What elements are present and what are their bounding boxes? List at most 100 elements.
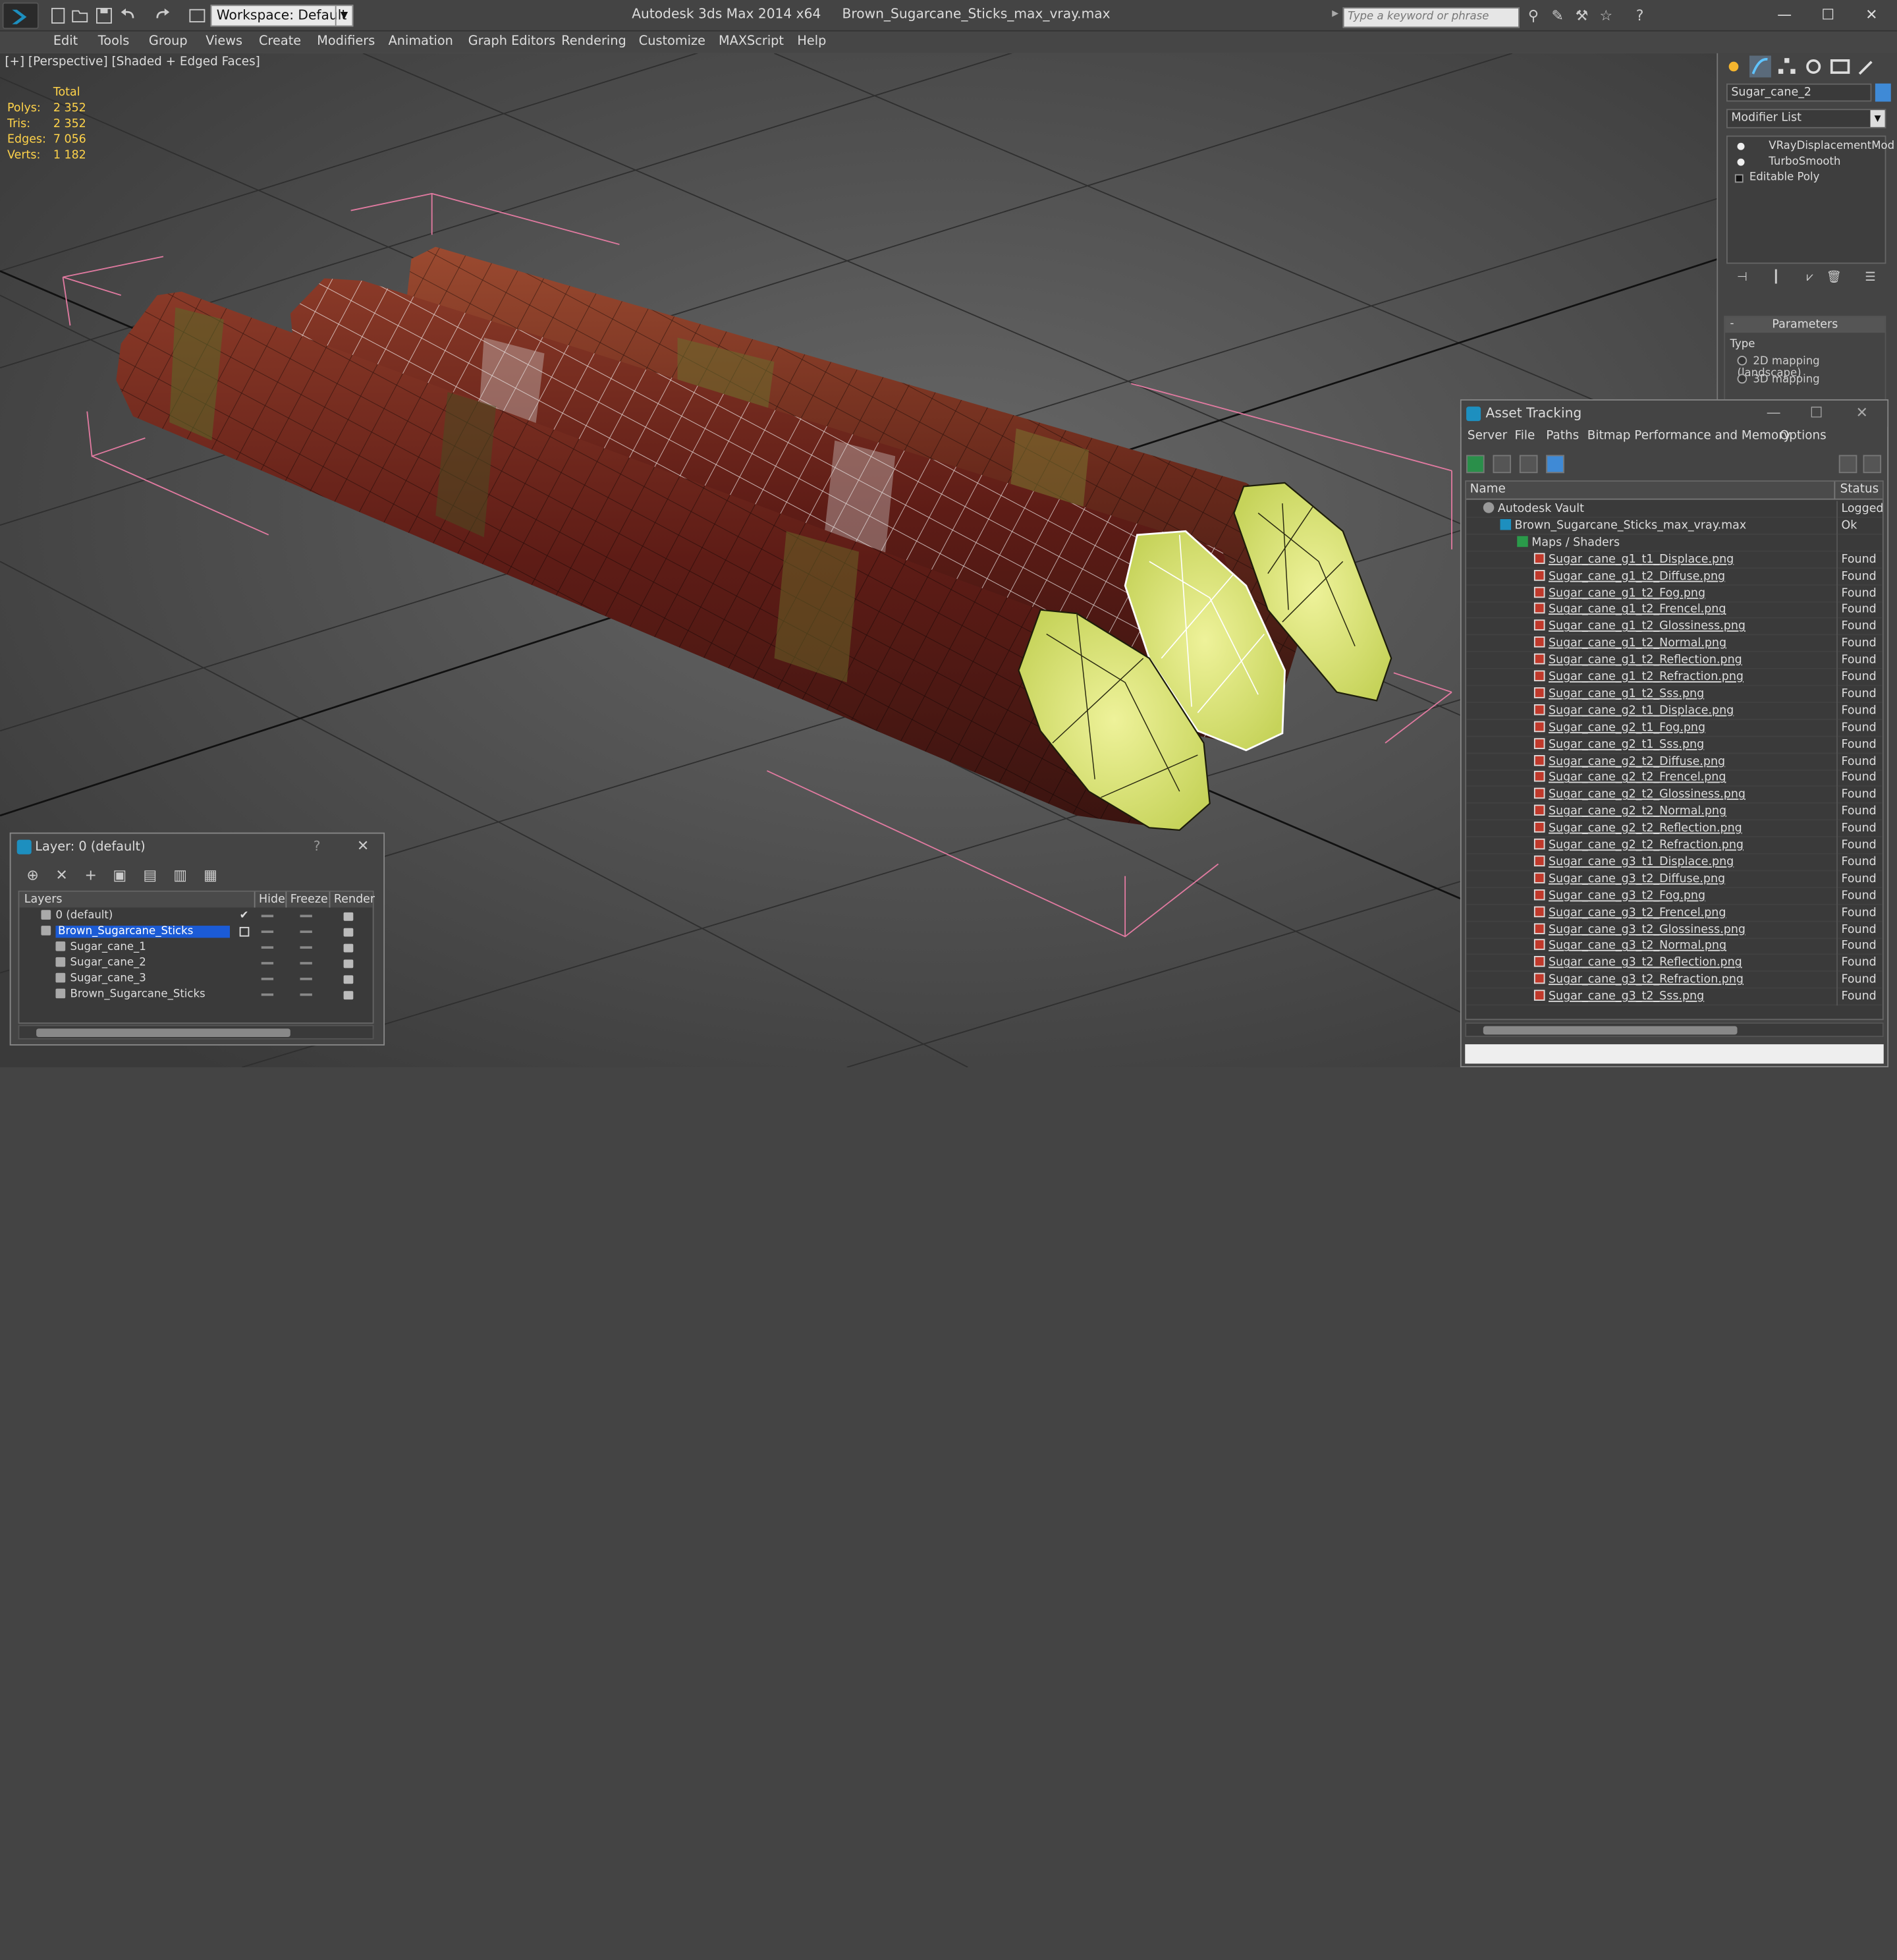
asset-row[interactable]: Sugar_cane_g3_t2_Fog.png Found [1466,887,1883,905]
freeze-toggle[interactable] [300,914,312,918]
table-view-icon[interactable] [1546,455,1564,474]
object-color-swatch[interactable] [1875,83,1891,102]
workspace-dropdown[interactable]: Workspace: Default ▼ [210,5,354,27]
menu-tools[interactable]: Tools [98,34,130,48]
render-teapot-icon[interactable] [343,959,354,968]
layer-row[interactable]: Brown_Sugarcane_Sticks [19,924,372,940]
asset-row[interactable]: Sugar_cane_g2_t2_Diffuse.png Found [1466,753,1883,771]
column-status[interactable]: Status [1834,482,1879,500]
parameters-header[interactable]: - Parameters [1725,317,1885,333]
asset-row[interactable]: Sugar_cane_g3_t2_Diffuse.png Found [1466,871,1883,888]
render-teapot-icon[interactable] [343,912,354,921]
radio-3d-mapping[interactable]: 3D mapping [1737,374,1820,386]
render-teapot-icon[interactable] [343,991,354,1000]
close-button[interactable]: ✕ [1854,4,1890,26]
create-tab-icon[interactable] [1722,55,1744,77]
pin-stack-icon[interactable]: ⊣ [1734,271,1751,288]
layer-row[interactable]: Brown_Sugarcane_Sticks [19,988,372,1003]
modifier-list-dropdown[interactable]: Modifier List ▼ [1726,109,1886,128]
bulb-icon[interactable] [1737,142,1745,150]
menu-customize[interactable]: Customize [639,34,705,48]
asset-row[interactable]: Sugar_cane_g3_t2_Sss.png Found [1466,988,1883,1006]
hide-toggle[interactable] [261,993,274,996]
minimize-button[interactable]: — [1767,4,1803,26]
set-current-layer-icon[interactable] [239,926,250,937]
close-icon[interactable]: ✕ [1856,404,1867,421]
new-file-icon[interactable] [48,6,67,25]
menu-animation[interactable]: Animation [389,34,453,48]
minimize-icon[interactable]: — [1767,404,1781,421]
vault-icon[interactable] [1863,455,1882,474]
menu-graph-editors[interactable]: Graph Editors [468,34,555,48]
stack-item-vraydisplacementmod[interactable]: VRayDisplacementMod [1728,139,1894,155]
render-teapot-icon[interactable] [343,928,354,937]
freeze-all-icon[interactable]: ▦ [201,865,220,884]
asset-row[interactable]: Sugar_cane_g2_t1_Displace.png Found [1466,702,1883,720]
menu-help[interactable]: Help [797,34,826,48]
column-name[interactable]: Name [1470,483,1506,496]
stack-item-turbosmooth[interactable]: TurboSmooth [1728,155,1885,171]
asset-row[interactable]: Sugar_cane_g3_t2_Glossiness.png Found [1466,921,1883,939]
freeze-toggle[interactable] [300,993,312,996]
key-icon[interactable]: ✎ [1549,7,1567,26]
asset-row[interactable]: Sugar_cane_g2_t1_Fog.png Found [1466,719,1883,737]
current-layer-check-icon[interactable]: ✔ [240,909,249,924]
layer-row[interactable]: Sugar_cane_3 [19,972,372,988]
new-layer-icon[interactable]: ⊕ [23,865,42,884]
maximize-icon[interactable]: ☐ [1810,404,1823,421]
menu-file[interactable]: File [1515,430,1535,443]
help-icon[interactable]: ? [1631,7,1649,26]
column-layers[interactable]: Layers [24,892,63,908]
scroll-thumb[interactable] [36,1028,290,1038]
hide-toggle[interactable] [261,914,274,918]
hierarchy-tab-icon[interactable] [1776,55,1798,77]
render-teapot-icon[interactable] [343,975,354,984]
bulb-icon[interactable] [1737,158,1745,166]
render-teapot-icon[interactable] [343,943,354,953]
close-icon[interactable]: ✕ [357,837,369,854]
save-file-icon[interactable] [94,6,113,25]
asset-row[interactable]: Sugar_cane_g2_t2_Glossiness.png Found [1466,787,1883,804]
asset-row[interactable]: Sugar_cane_g3_t2_Frencel.png Found [1466,905,1883,922]
freeze-toggle[interactable] [300,930,312,934]
layer-row[interactable]: Sugar_cane_2 [19,956,372,972]
maximize-button[interactable]: ☐ [1810,4,1846,26]
refresh-icon[interactable] [1466,455,1485,474]
asset-row[interactable]: Sugar_cane_g1_t2_Frencel.png Found [1466,602,1883,619]
asset-row[interactable]: Sugar_cane_g2_t2_Frencel.png Found [1466,770,1883,787]
app-logo-button[interactable] [2,2,39,30]
layer-row[interactable]: Sugar_cane_1 [19,940,372,956]
object-name-field[interactable]: Sugar_cane_2 [1726,83,1872,102]
asset-row[interactable]: Autodesk Vault Logged [1466,501,1883,518]
asset-row[interactable]: Sugar_cane_g1_t1_Displace.png Found [1466,551,1883,569]
menu-paths[interactable]: Paths [1546,430,1579,443]
freeze-toggle[interactable] [300,946,312,949]
column-freeze[interactable]: Freeze [285,891,328,908]
freeze-toggle[interactable] [300,978,312,980]
column-hide[interactable]: Hide [254,891,285,908]
asset-row[interactable]: Sugar_cane_g2_t2_Normal.png Found [1466,803,1883,821]
hide-all-icon[interactable]: ▥ [171,865,190,884]
hide-toggle[interactable] [261,978,274,980]
make-unique-icon[interactable]: ⩗ [1801,271,1819,288]
asset-row[interactable]: Sugar_cane_g1_t2_Normal.png Found [1466,635,1883,653]
asset-row[interactable]: Brown_Sugarcane_Sticks_max_vray.max Ok [1466,517,1883,535]
horizontal-scrollbar[interactable] [1465,1022,1884,1038]
menu-create[interactable]: Create [259,34,301,48]
asset-row[interactable]: Sugar_cane_g1_t2_Sss.png Found [1466,686,1883,703]
show-end-result-icon[interactable]: ┃ [1767,271,1784,288]
asset-row[interactable]: Sugar_cane_g3_t1_Displace.png Found [1466,854,1883,872]
help-icon[interactable] [1838,455,1857,474]
asset-row[interactable]: Sugar_cane_g1_t2_Diffuse.png Found [1466,568,1883,586]
search-input[interactable]: Type a keyword or phrase [1342,7,1520,28]
binoculars-icon[interactable]: ⚲ [1524,7,1543,26]
open-file-icon[interactable] [70,6,90,25]
remove-modifier-icon[interactable]: 🗑 [1826,271,1843,288]
utilities-tab-icon[interactable] [1856,55,1877,77]
details-view-icon[interactable] [1519,455,1538,474]
menu-modifiers[interactable]: Modifiers [317,34,375,48]
asset-row[interactable]: Sugar_cane_g3_t2_Normal.png Found [1466,938,1883,955]
connect-icon[interactable]: ⚒ [1573,7,1591,26]
hide-toggle[interactable] [261,930,274,934]
asset-row[interactable]: Maps / Shaders [1466,534,1883,552]
